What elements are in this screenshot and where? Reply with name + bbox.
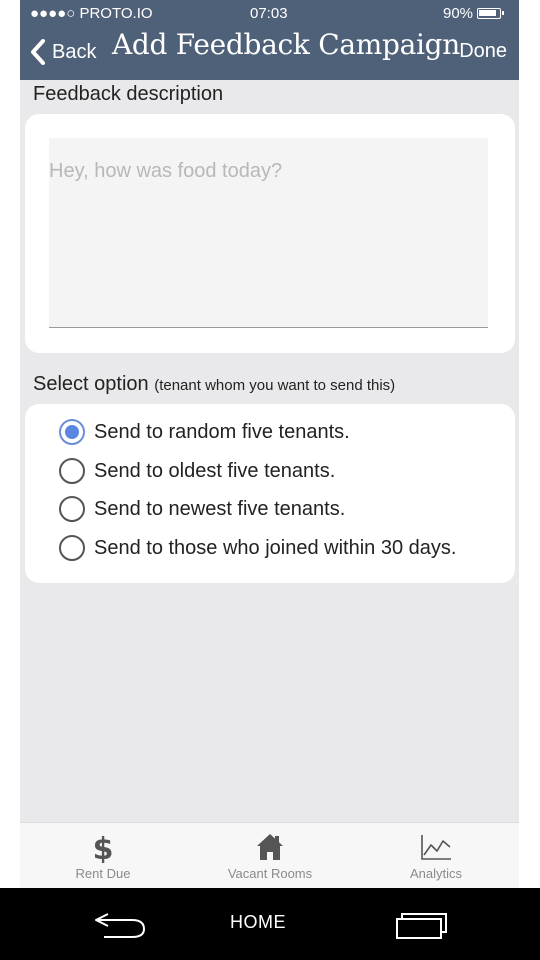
description-card	[25, 114, 515, 353]
radio-button-selected[interactable]	[59, 419, 85, 445]
select-option-title: Select option	[33, 373, 149, 395]
tab-bar: $ Rent Due Vacant Rooms Analytics	[20, 822, 519, 888]
option-newest-five[interactable]: Send to newest five tenants.	[59, 494, 345, 524]
home-button[interactable]: HOME	[230, 912, 286, 933]
option-oldest-five[interactable]: Send to oldest five tenants.	[59, 456, 335, 486]
back-arrow-icon[interactable]	[92, 910, 148, 940]
status-time: 07:03	[250, 5, 288, 22]
option-label: Send to oldest five tenants.	[94, 459, 336, 482]
done-button[interactable]: Done	[459, 40, 507, 63]
option-random-five[interactable]: Send to random five tenants.	[59, 417, 350, 447]
option-joined-30-days[interactable]: Send to those who joined within 30 days.	[59, 533, 456, 563]
line-chart-icon	[421, 835, 451, 860]
system-navigation-bar: HOME	[0, 888, 540, 960]
tab-analytics[interactable]: Analytics	[366, 831, 506, 881]
radio-button[interactable]	[59, 496, 85, 522]
options-card: Send to random five tenants. Send to old…	[25, 404, 515, 583]
radio-button[interactable]	[59, 535, 85, 561]
status-battery: 90%	[443, 5, 505, 22]
tab-vacant-rooms[interactable]: Vacant Rooms	[200, 831, 340, 881]
battery-percent: 90%	[443, 5, 474, 22]
option-label: Send to random five tenants.	[94, 420, 350, 443]
back-label: Back	[52, 40, 97, 63]
recent-apps-icon[interactable]	[394, 910, 450, 940]
dollar-icon: $	[93, 832, 114, 863]
device-frame: ●●●●○ PROTO.IO 07:03 90% Back Add Feedba…	[0, 0, 540, 960]
select-option-label: Select option (tenant whom you want to s…	[33, 373, 395, 396]
status-carrier: ●●●●○ PROTO.IO	[30, 5, 153, 22]
navigation-header: ●●●●○ PROTO.IO 07:03 90% Back Add Feedba…	[20, 0, 519, 80]
feedback-description-label: Feedback description	[33, 83, 224, 105]
tab-label: Analytics	[409, 866, 463, 881]
chevron-left-icon	[31, 39, 45, 65]
tab-label: Rent Due	[75, 866, 131, 881]
select-option-note: (tenant whom you want to send this)	[154, 377, 396, 394]
page-title: Add Feedback Campaign	[112, 28, 460, 61]
battery-icon	[477, 8, 505, 19]
option-label: Send to those who joined within 30 days.	[94, 536, 457, 559]
house-icon	[257, 834, 283, 860]
tab-label: Vacant Rooms	[227, 866, 313, 881]
tab-rent-due[interactable]: $ Rent Due	[33, 831, 173, 881]
radio-button[interactable]	[59, 458, 85, 484]
app-screen: ●●●●○ PROTO.IO 07:03 90% Back Add Feedba…	[20, 0, 519, 888]
back-button[interactable]: Back	[30, 36, 96, 68]
svg-text:$: $	[93, 832, 114, 863]
option-label: Send to newest five tenants.	[94, 497, 346, 520]
feedback-description-input[interactable]	[49, 138, 488, 328]
